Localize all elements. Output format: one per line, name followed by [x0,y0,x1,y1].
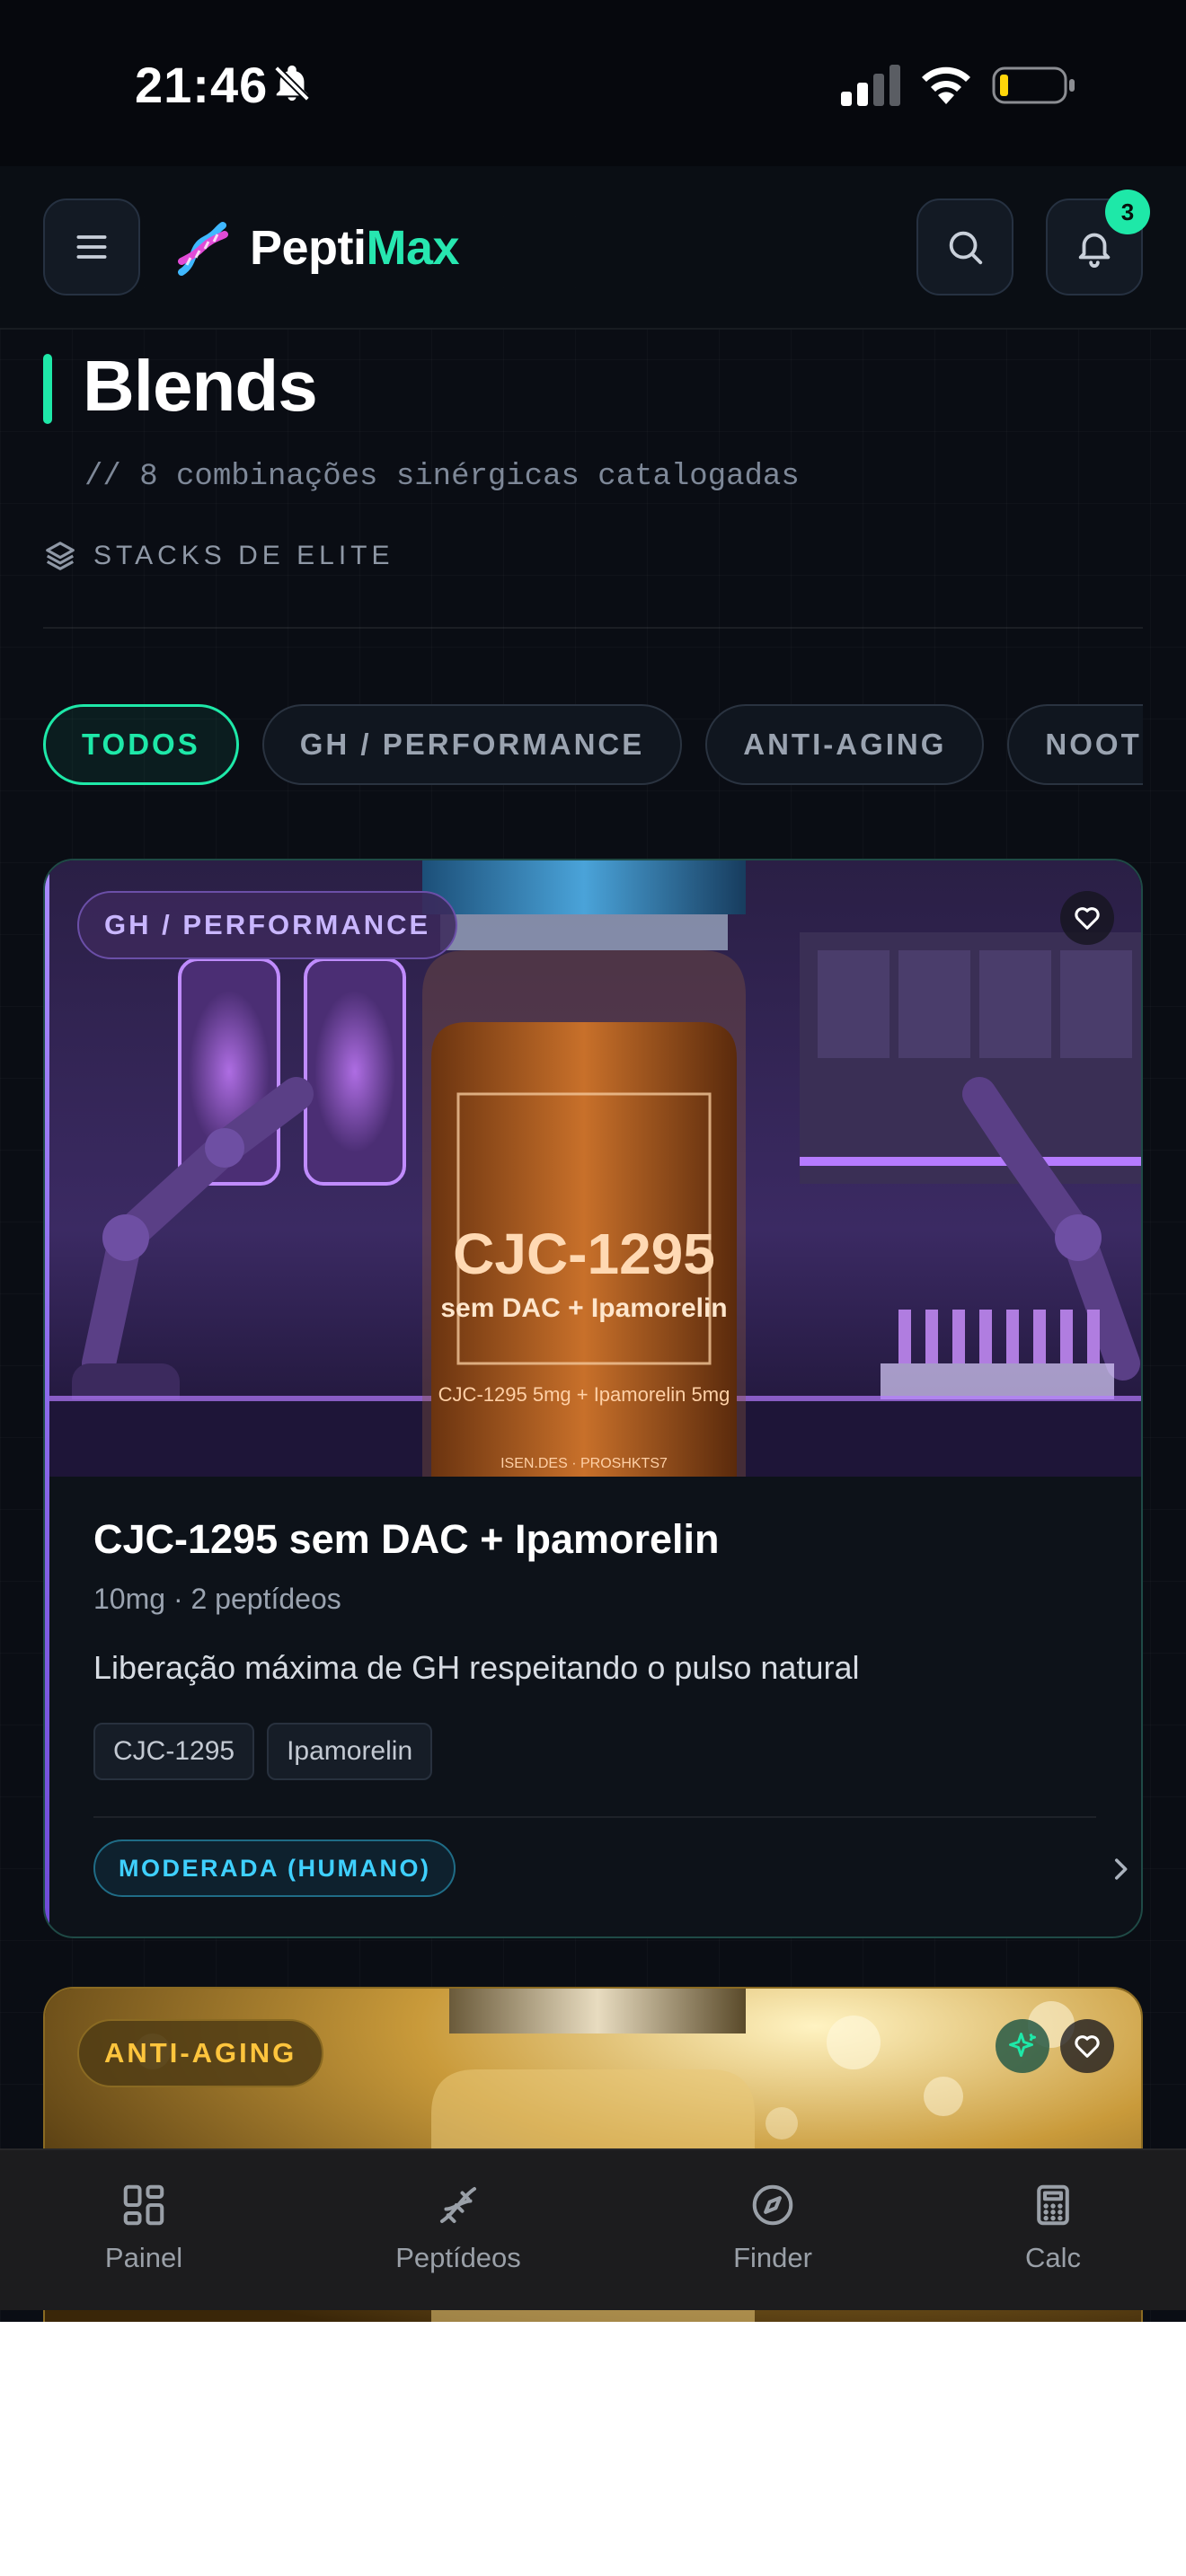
filter-chips: TODOS GH / PERFORMANCE ANTI-AGING NOOTRÓ… [43,704,1143,787]
status-time: 21:46 [135,57,269,113]
chevron-right-icon[interactable] [1105,1854,1136,1884]
bottom-navigation: Painel Peptídeos Finder Calc [0,2148,1186,2310]
search-button[interactable] [916,198,1013,296]
compass-icon [752,2184,793,2226]
filter-chip-anti-aging[interactable]: ANTI-AGING [705,704,985,785]
app-header: PeptiMax 3 [0,166,1186,330]
calculator-icon [1037,2184,1069,2226]
notification-count-badge: 3 [1105,190,1150,234]
blend-card[interactable]: CJC-1295 sem DAC + Ipamorelin CJC-1295 5… [43,859,1143,1938]
nav-item-finder[interactable]: Finder [665,2181,881,2274]
card-accent-edge [45,860,49,1936]
vial-label-main: CJC-1295 [453,1222,715,1286]
nav-label: Painel [104,2242,183,2273]
brand-name-part1: Pepti [250,221,367,275]
title-accent-bar [43,354,52,424]
menu-button[interactable] [43,198,140,296]
filter-chip-gh-performance[interactable]: GH / PERFORMANCE [261,704,683,785]
bell-slash-icon [274,65,310,101]
peptide-tag: Ipamorelin [267,1723,433,1780]
dashboard-grid-icon [123,2184,164,2226]
app-screen: 21:46 PeptiMax 3 Blends // 8 combinações… [0,0,1186,2322]
nav-label: Calc [1024,2242,1081,2273]
battery-low-icon [992,66,1075,104]
brand-name-part2: Max [366,221,460,275]
heart-icon [1075,907,1100,930]
category-badge: ANTI-AGING [77,2019,324,2087]
cellular-signal-icon [841,65,900,106]
nav-label: Finder [733,2242,812,2273]
nav-item-peptideos[interactable]: Peptídeos [350,2181,566,2274]
section-label: STACKS DE ELITE [93,541,394,570]
menu-icon [76,235,107,259]
blend-title: CJC-1295 sem DAC + Ipamorelin [93,1516,720,1562]
featured-button[interactable] [996,2019,1049,2073]
page-subtitle: // 8 combinações sinérgicas catalogadas [84,460,800,494]
filter-chip-nootropicos[interactable]: NOOTRÓPICOS [1007,704,1143,785]
blend-description: Liberação máxima de GH respeitando o pul… [93,1649,860,1686]
search-icon [949,231,983,265]
peptide-tags: CJC-1295 Ipamorelin [93,1723,433,1780]
vial-label-lot: ISEN.DES · PROSHKTS7 [500,1456,668,1471]
vial-label-dose: CJC-1295 5mg + Ipamorelin 5mg [438,1383,730,1406]
page-title: Blends [83,346,318,426]
favorite-button[interactable] [1060,891,1114,945]
category-badge: GH / PERFORMANCE [77,891,458,959]
heart-icon [1075,2035,1100,2058]
risk-level-badge: MODERADA (HUMANO) [93,1839,456,1897]
favorite-button[interactable] [1060,2019,1114,2073]
brand-logo[interactable]: PeptiMax [250,220,460,276]
filter-chip-todos[interactable]: TODOS [43,704,239,785]
card-divider [93,1816,1096,1818]
blend-meta: 10mg · 2 peptídeos [93,1583,341,1615]
wifi-icon [922,66,970,104]
peptide-tag: CJC-1295 [93,1723,255,1780]
nav-item-calc[interactable]: Calc [945,2181,1161,2274]
nav-label: Peptídeos [395,2242,521,2273]
vial-label-sub: sem DAC + Ipamorelin [440,1293,727,1323]
nav-item-painel[interactable]: Painel [36,2181,252,2274]
bell-icon [1078,233,1111,268]
layers-icon [46,542,75,570]
dna-logo-icon [178,222,228,276]
dna-icon [439,2186,477,2224]
notifications-button[interactable]: 3 [1046,190,1150,296]
section-divider [43,627,1143,629]
section-label-row: STACKS DE ELITE [43,539,394,573]
sparkle-icon [1009,2033,1036,2057]
status-bar: 21:46 [0,0,1186,166]
